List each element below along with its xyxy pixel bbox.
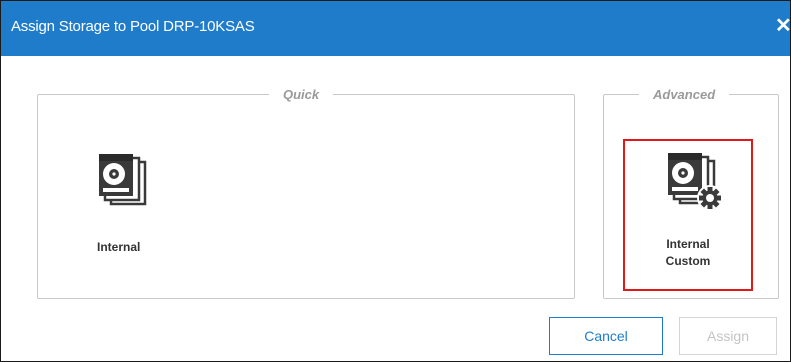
option-internal[interactable]: Internal — [89, 149, 159, 259]
cancel-button[interactable]: Cancel — [549, 317, 663, 355]
hard-drive-stack-icon — [99, 154, 147, 206]
dialog-titlebar: Assign Storage to Pool DRP-10KSAS ✕ — [1, 1, 791, 56]
assign-button[interactable]: Assign — [679, 317, 777, 355]
option-internal-custom-label-line1: Internal — [666, 237, 710, 251]
option-internal-custom-label-line2: Custom — [665, 254, 711, 268]
option-internal-custom-label: Internal Custom — [625, 236, 751, 270]
dialog-title: Assign Storage to Pool DRP-10KSAS — [11, 18, 255, 35]
close-icon[interactable]: ✕ — [775, 13, 791, 38]
advanced-legend: Advanced — [653, 87, 716, 102]
option-internal-custom[interactable]: Internal Custom — [623, 139, 753, 291]
assign-storage-dialog: Assign Storage to Pool DRP-10KSAS ✕ Quic… — [0, 0, 791, 362]
hard-drive-gear-icon — [668, 153, 723, 211]
option-internal-label: Internal — [97, 240, 141, 254]
quick-legend: Quick — [283, 87, 320, 102]
